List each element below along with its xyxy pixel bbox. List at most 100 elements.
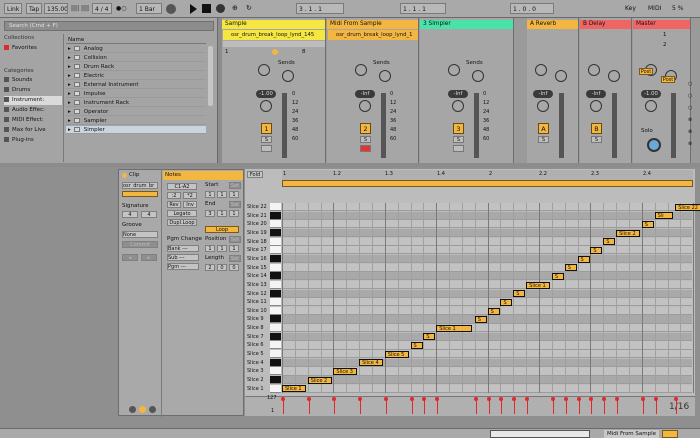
end-sixteenth[interactable]: 1 (229, 210, 239, 217)
start-sixteenth[interactable]: 1 (229, 191, 239, 198)
piano-key[interactable] (270, 332, 281, 341)
velocity-dot[interactable] (383, 397, 388, 401)
send-a-knob[interactable] (588, 64, 600, 76)
cue-2[interactable]: 2 (663, 42, 667, 48)
track-activator[interactable]: 3 (453, 123, 464, 134)
pan-knob[interactable] (590, 100, 602, 112)
piano-key[interactable] (270, 289, 281, 298)
return-track-reverb[interactable]: A Reverb -Inf A S (527, 18, 579, 163)
note-range[interactable]: C1-A2 (167, 183, 197, 190)
midi-note[interactable]: S (564, 264, 577, 272)
fold-button[interactable]: Fold (247, 171, 263, 178)
midi-note[interactable]: S (410, 342, 423, 350)
piano-key[interactable] (270, 384, 281, 393)
half-button[interactable]: :2 (167, 192, 181, 199)
send-a-knob[interactable] (535, 64, 547, 76)
velocity-dot[interactable] (409, 397, 414, 401)
arm-button[interactable] (360, 145, 371, 152)
piano-key[interactable] (270, 263, 281, 272)
commit-button[interactable]: Commit (122, 241, 158, 248)
clip-slot-empty[interactable] (223, 41, 325, 47)
clip-slot[interactable]: osr_drum_break_loop_lynd_1 (328, 30, 418, 40)
volume-readout[interactable]: -Inf (533, 90, 553, 98)
pgm-field[interactable]: Pgm --- (167, 263, 199, 270)
arm-button[interactable] (261, 145, 272, 152)
browser-item[interactable]: ▸ Instrument Rack (66, 99, 206, 108)
solo-button[interactable]: S (453, 136, 464, 143)
midi-note[interactable]: S (474, 316, 487, 324)
send-a-knob[interactable] (258, 64, 270, 76)
name-column-header[interactable]: Name (66, 36, 206, 45)
velocity-dot[interactable] (486, 397, 491, 401)
midi-note[interactable]: Sli (654, 212, 673, 220)
track-midi-from-sample[interactable]: Midi From Sample osr_drum_break_loop_lyn… (327, 18, 419, 163)
play-icon[interactable] (190, 4, 197, 14)
loop-start-field[interactable]: 1 . 1 . 1 (400, 3, 446, 14)
piano-key[interactable] (270, 350, 281, 359)
cue-volume-knob[interactable] (647, 138, 661, 152)
piano-key[interactable] (270, 315, 281, 324)
send-b-knob[interactable] (282, 70, 294, 82)
volume-readout[interactable]: -Inf (355, 90, 375, 98)
velocity-dot[interactable] (576, 397, 581, 401)
loop-brace[interactable] (282, 180, 693, 187)
midi-note[interactable]: S (423, 333, 436, 341)
signature-numerator[interactable]: 4 (122, 211, 138, 218)
mixer-toggle-icons[interactable]: ○ ○ ○ ⊗ ⊗ ⊗ (688, 78, 698, 158)
loop-length-field[interactable]: 1 . 0 . 0 (510, 3, 554, 14)
piano-key[interactable] (270, 367, 281, 376)
start-beat[interactable]: 1 (217, 191, 227, 198)
track-title[interactable]: Midi From Sample (327, 20, 418, 29)
midi-note[interactable]: S (590, 246, 603, 254)
search-input[interactable]: Search (Cmd + F) (4, 21, 214, 31)
browser-item[interactable]: ▸ Drum Rack (66, 63, 206, 72)
clip-name-field[interactable]: osr_drum_br (122, 182, 158, 189)
overdub-icon[interactable]: ⊕ (232, 3, 238, 14)
double-button[interactable]: *2 (183, 192, 197, 199)
master-track[interactable]: Master 1 2 Post Post -1.00 Solo (633, 18, 691, 163)
category-plugins[interactable]: Plug-ins (4, 136, 62, 145)
link-button[interactable]: Link (4, 3, 23, 14)
track-title[interactable]: Sample (222, 20, 325, 29)
bank-field[interactable]: Bank --- (167, 245, 199, 252)
midi-note[interactable]: Slice 2 (307, 376, 332, 384)
piano-key[interactable] (270, 246, 281, 255)
piano-key[interactable] (270, 376, 281, 385)
midi-note[interactable]: S (603, 238, 616, 246)
piano-key[interactable] (270, 358, 281, 367)
send-b-knob[interactable] (379, 70, 391, 82)
midi-note[interactable]: S (641, 221, 654, 228)
cue-1[interactable]: 1 (663, 32, 667, 38)
post-button-b[interactable]: Post (661, 76, 675, 83)
envelopes-box-icon[interactable] (149, 406, 156, 413)
category-sounds[interactable]: Sounds (4, 76, 62, 85)
piano-key[interactable] (270, 237, 281, 246)
piano-key[interactable] (270, 254, 281, 263)
midi-note[interactable]: S (487, 307, 500, 315)
track-title[interactable]: Master (633, 20, 690, 29)
midi-note[interactable]: Slice 2 (616, 229, 641, 237)
start-bar[interactable]: 1 (205, 191, 215, 198)
track-title[interactable]: 3 Simpler (420, 20, 513, 29)
clip-color-field[interactable] (122, 191, 158, 197)
piano-key[interactable] (270, 220, 281, 229)
browser-scrollbar[interactable] (208, 46, 213, 106)
piano-key[interactable] (270, 341, 281, 350)
nudge-icons[interactable]: |||| |||| (71, 3, 89, 14)
midi-note[interactable]: Slice 5 (384, 350, 409, 358)
velocity-dot[interactable] (281, 397, 285, 401)
midi-note[interactable]: Slice 4 (359, 359, 384, 367)
piano-key[interactable] (270, 211, 281, 220)
velocity-dot[interactable] (653, 397, 658, 401)
browser-item[interactable]: ▸ Analog (66, 45, 206, 54)
pan-knob[interactable] (452, 100, 464, 112)
piano-key[interactable] (270, 203, 281, 212)
send-a-knob[interactable] (355, 64, 367, 76)
browser-item-selected[interactable]: ▸ Simpler (66, 126, 206, 135)
solo-button[interactable]: S (538, 136, 549, 143)
browser-item[interactable]: ▸ Electric (66, 72, 206, 81)
browser-item[interactable]: ▸ Sampler (66, 117, 206, 126)
browser-item[interactable]: ▸ External Instrument (66, 81, 206, 90)
piano-key[interactable] (270, 280, 281, 289)
time-signature[interactable]: 4 / 4 (92, 3, 112, 14)
